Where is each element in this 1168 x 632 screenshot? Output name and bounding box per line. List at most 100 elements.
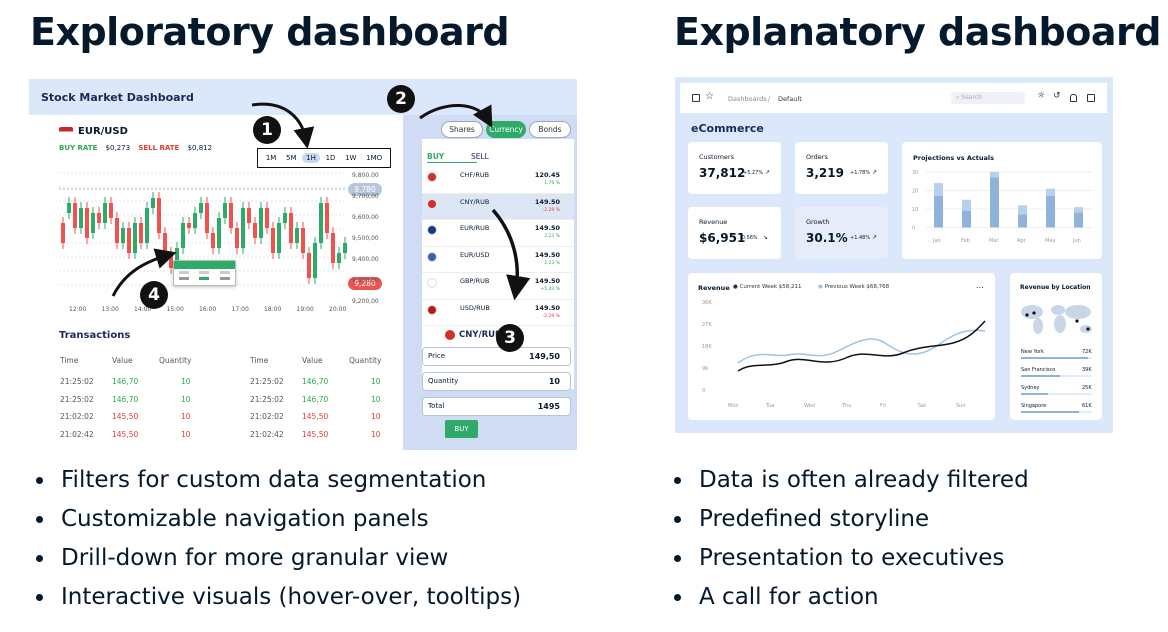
bullet-item: Data is often already filtered [668,465,1029,504]
history-icon[interactable]: ↺ [1053,91,1061,101]
badge-4: 4 [140,281,168,309]
bullet-item: Interactive visuals (hover-over, tooltip… [30,582,521,621]
proj-y-tick: 0 [912,226,915,232]
month-label: Feb [961,238,970,244]
month-label: Mar [989,238,999,244]
kpi-value: 30.1% [806,231,848,245]
revenue-card: Revenue ● Current Week $58,211 ● Previou… [688,273,995,420]
panel-toggle-icon[interactable] [1087,94,1095,102]
actual-bar [1018,214,1027,228]
actual-bar [1074,212,1083,228]
proj-y-tick: 20 [912,189,918,195]
exploratory-bullets: Filters for custom data segmentation Cus… [30,465,521,621]
month-label: May [1045,238,1055,244]
trend-icon: ↗ [765,169,771,176]
location-bar-fill [1021,375,1061,377]
location-bar-fill [1021,393,1048,395]
location-card: Revenue by Location New York 72K San Franc… [1010,273,1102,420]
kpi-label: Customers [699,153,734,161]
kpi-card: Orders 3,219 +1.78% ↗ [795,142,888,194]
month-label: Jun [1072,238,1081,244]
rev-y-tick: 27K [702,322,712,328]
kpi-value: 3,219 [806,166,844,180]
location-bar [1021,375,1092,377]
actual-bar [934,196,943,228]
bullet-item: Filters for custom data segmentation [30,465,521,504]
location-city: New York [1021,349,1044,355]
rev-y-tick: 36K [702,300,712,306]
location-value: 61K [1082,403,1092,409]
day-label: Sat [918,403,926,409]
trend-icon: ↗ [872,169,878,176]
location-value: 25K [1082,385,1092,391]
sun-icon[interactable]: ☼ [1037,91,1045,101]
sidebar-toggle-icon[interactable] [692,94,700,102]
previous-week-line [737,329,986,364]
projections-card: Projections vs Actuals 30 20 10 0 Jan Feb Mar A… [902,142,1102,259]
location-value: 39K [1082,367,1092,373]
kpi-delta: +5.27% [743,170,764,176]
bullet-item: A call for action [668,582,1029,621]
bullet-item: Presentation to executives [668,543,1029,582]
kpi-delta: +1.48% [850,235,871,241]
breadcrumb-separator: / [768,95,771,103]
actual-bar [990,177,999,228]
bullet-item: Predefined storyline [668,504,1029,543]
breadcrumb-default: Default [778,95,802,103]
location-bar [1021,393,1092,395]
kpi-value: $6,951 [699,231,746,245]
badge-1: 1 [253,116,281,144]
actual-bar [1046,196,1055,228]
arrow-3 [491,208,531,301]
day-label: Mon [728,403,739,409]
bullet-item: Drill-down for more granular view [30,543,521,582]
location-value: 72K [1082,349,1092,355]
trend-icon: ↗ [872,234,878,241]
rev-y-tick: 18K [702,344,712,350]
proj-y-tick: 30 [912,170,918,176]
kpi-delta: +1.78% [850,170,871,176]
search-placeholder: Search [961,94,982,101]
star-icon[interactable]: ☆ [705,91,714,102]
search-input[interactable]: ⌕ Search [951,92,1025,104]
location-title: Revenue by Location [1020,284,1091,291]
badge-2: 2 [387,85,415,113]
breadcrumb-dashboards[interactable]: Dashboards [728,95,767,103]
kpi-delta: -0.56% [740,235,758,241]
day-label: Sun [956,403,966,409]
arrow-2 [419,104,493,128]
ecommerce-dashboard: ☆ Dashboards / Default ⌕ Search ☼ ↺ eCom… [675,77,1113,433]
trend-icon: ↘ [763,234,769,241]
day-label: Wed [804,403,815,409]
day-label: Tue [765,403,775,409]
rev-y-tick: 9K [702,366,709,372]
badge-3: 3 [496,324,524,352]
location-city: Singapore [1021,403,1047,409]
month-label: Jan [932,238,941,244]
kpi-card: Revenue $6,951 -0.56% ↘ [688,207,781,259]
location-bar-fill [1021,357,1089,359]
bullet-item: Customizable navigation panels [30,504,521,543]
kpi-value: 37,812 [699,166,746,180]
location-city: Sydney [1021,385,1040,391]
kpi-card: Growth 30.1% +1.48% ↗ [795,207,888,259]
day-label: Thu [841,403,851,409]
kpi-label: Revenue [699,218,728,226]
day-label: Fri [880,403,886,409]
kpi-label: Orders [806,153,828,161]
bell-icon[interactable] [1070,94,1077,102]
ecommerce-title: eCommerce [691,122,764,135]
projections-chart: 30 20 10 0 Jan Feb Mar Apr May Jun [912,170,1092,244]
world-map-icon [1021,305,1092,334]
location-bar-fill [1021,411,1080,413]
proj-y-tick: 10 [912,207,918,213]
explanatory-heading: Explanatory dashboard [674,10,1161,54]
revenue-line-chart: 36K 27K 18K 9K 0 Mon Tue Wed Thu Fri Sat Sun [702,300,986,409]
location-city: San Francisco [1021,367,1056,373]
location-bar [1021,357,1092,359]
explanatory-bullets: Data is often already filtered Predefine… [668,465,1029,621]
kpi-label: Growth [806,218,830,226]
actual-bar [962,210,971,228]
current-week-line [737,320,986,372]
rev-y-tick: 0 [702,388,705,394]
